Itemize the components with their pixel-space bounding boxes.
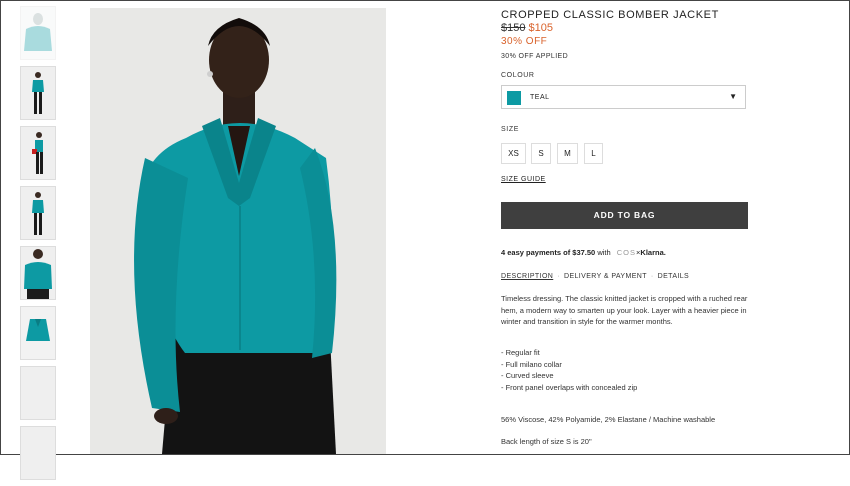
product-description: Timeless dressing. The classic knitted j…: [501, 294, 748, 326]
tab-description[interactable]: DESCRIPTION: [501, 273, 553, 280]
discount-applied-label: 30% OFF APPLIED: [501, 53, 569, 60]
colour-swatch: [507, 91, 521, 105]
feature-item: - Curved sleeve: [501, 371, 554, 380]
add-to-bag-button[interactable]: ADD TO BAG: [501, 202, 748, 229]
feature-item: - Full milano collar: [501, 359, 562, 369]
tab-separator: ·: [650, 273, 654, 280]
thumbnail-7[interactable]: [20, 366, 56, 420]
thumbnail-1[interactable]: [20, 6, 56, 60]
feature-list: - Regular fit - Full milano collar - Cur…: [501, 347, 637, 393]
colour-dropdown[interactable]: TEAL ▼: [501, 85, 746, 109]
feature-item: - Front panel overlaps with concealed zi…: [501, 382, 638, 392]
feature-item: - Regular fit: [501, 348, 540, 357]
colour-label: COLOUR: [501, 72, 535, 79]
info-tabs: DESCRIPTION · DELIVERY & PAYMENT · DETAILS: [501, 273, 689, 280]
thumbnail-strip: [20, 6, 56, 486]
tab-details[interactable]: DETAILS: [658, 273, 689, 280]
price-block: $150 $105: [501, 22, 553, 34]
thumbnail-4[interactable]: [20, 186, 56, 240]
original-price: $150: [501, 22, 526, 34]
product-title: CROPPED CLASSIC BOMBER JACKET: [501, 9, 719, 21]
size-button-s[interactable]: S: [531, 143, 551, 164]
size-button-xs[interactable]: XS: [501, 143, 526, 164]
colour-selected-value: TEAL: [530, 94, 550, 101]
chevron-down-icon: ▼: [729, 92, 737, 101]
thumbnail-5[interactable]: [20, 246, 56, 300]
size-label: SIZE: [501, 126, 519, 133]
size-guide-link[interactable]: SIZE GUIDE: [501, 176, 546, 183]
klarna-payment-info: 4 easy payments of $37.50 with COS×Klarn…: [501, 248, 666, 257]
thumbnail-8[interactable]: [20, 426, 56, 480]
discount-label: 30% OFF: [501, 36, 548, 47]
tab-separator: ·: [557, 273, 560, 280]
size-button-m[interactable]: M: [557, 143, 578, 164]
size-button-l[interactable]: L: [584, 143, 603, 164]
main-product-image: [90, 8, 386, 454]
sale-price: $105: [528, 22, 553, 34]
length-info: Back length of size S is 20": [501, 437, 592, 446]
cos-logo: COS: [616, 248, 637, 257]
thumbnail-6[interactable]: [20, 306, 56, 360]
with-text: with: [597, 248, 611, 257]
thumbnail-2[interactable]: [20, 66, 56, 120]
material-info: 56% Viscose, 42% Polyamide, 2% Elastane …: [501, 415, 716, 424]
installment-text: 4 easy payments of $37.50: [501, 248, 596, 257]
klarna-logo: Klarna.: [640, 248, 666, 257]
tab-delivery-payment[interactable]: DELIVERY & PAYMENT: [564, 273, 647, 280]
thumbnail-3[interactable]: [20, 126, 56, 180]
